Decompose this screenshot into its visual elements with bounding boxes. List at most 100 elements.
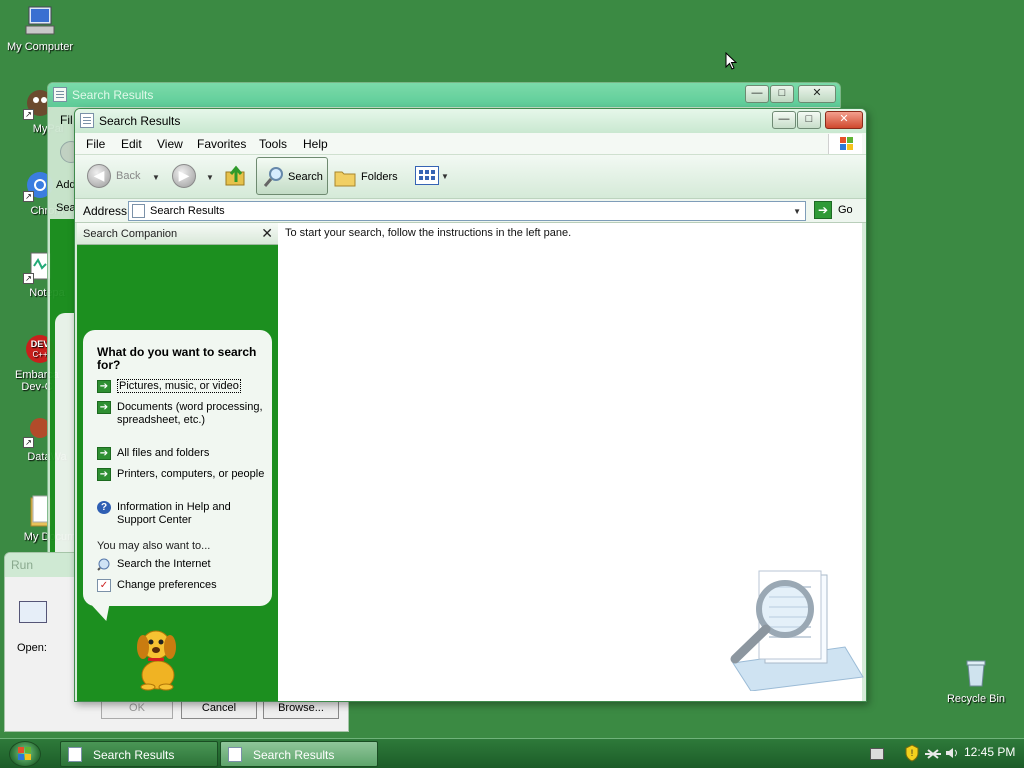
search-internet-icon [97,558,111,571]
window-icon [68,747,82,762]
menu-edit[interactable]: Edit [121,137,142,151]
maximize-button[interactable]: □ [770,85,794,103]
option-printers-computers-people[interactable]: ➔ Printers, computers, or people [97,468,267,481]
address-input[interactable]: Search Results ▼ [128,201,806,221]
option-all-files-folders[interactable]: ➔ All files and folders [97,447,267,460]
go-arrow-icon: ➔ [814,201,832,219]
option-label: Information in Help and Support Center [117,501,231,526]
back-dropdown-icon[interactable]: ▼ [152,173,160,182]
folders-label: Folders [361,171,398,183]
views-button[interactable]: ▼ [413,165,449,189]
keyboard-icon[interactable] [870,748,884,760]
minimize-button[interactable]: — [745,85,769,103]
network-icon[interactable] [924,747,942,764]
forward-dropdown-icon[interactable]: ▼ [206,173,214,182]
window-icon [53,87,67,102]
close-button[interactable]: ✕ [798,85,836,103]
go-button[interactable]: ➔ Go [812,201,862,221]
menu-bar: File Edit View Favorites Tools Help [75,133,866,155]
search-options-bubble: What do you want to search for? ➔ Pictur… [83,330,272,606]
search-results-page-icon [132,204,145,218]
title-bar[interactable]: Search Results — □ ✕ [48,83,840,107]
up-folder-icon[interactable] [224,164,248,188]
search-question: What do you want to search for? [97,345,257,372]
green-arrow-icon: ➔ [97,401,111,414]
back-button[interactable]: ◀ Back [85,160,149,196]
folders-button[interactable]: Folders [331,160,401,196]
computer-icon [23,4,57,38]
window-title: Search Results [99,114,181,128]
search-companion-header: Search Companion ✕ [77,223,278,245]
green-arrow-icon: ➔ [97,447,111,460]
volume-icon[interactable] [945,746,959,763]
forward-arrow-icon[interactable]: ▶ [172,164,196,188]
title-bar[interactable]: Search Results — □ ✕ [75,109,866,133]
clock[interactable]: 12:45 PM [964,745,1015,759]
window-title: Search Results [72,88,154,102]
address-label: Address [83,204,128,218]
security-shield-icon[interactable]: ! [905,744,919,765]
menu-file[interactable]: File [86,137,105,151]
option-change-preferences[interactable]: ✓ Change preferences [97,579,267,592]
menu-view[interactable]: View [157,137,183,151]
search-companion-title: Search Companion [83,228,178,240]
start-button[interactable] [9,741,41,767]
svg-text:!: ! [911,748,914,758]
shortcut-arrow-icon: ↗ [23,191,34,202]
windows-logo-icon [828,134,862,154]
search-button[interactable]: Search [256,157,328,195]
taskbar-item-search-results-1[interactable]: Search Results [60,741,218,767]
window-title: Run [11,558,34,572]
results-pane: To start your search, follow the instruc… [278,223,864,701]
back-label: Back [116,170,141,182]
mouse-cursor-icon [725,51,738,73]
option-label: Change preferences [117,579,217,591]
option-label: All files and folders [117,447,210,459]
option-label: Documents (word processing, spreadsheet,… [117,401,263,426]
open-label: Open: [17,642,47,654]
shortcut-arrow-icon: ↗ [23,437,34,448]
menu-favorites[interactable]: Favorites [197,137,246,151]
menu-tools[interactable]: Tools [259,137,287,151]
back-arrow-icon: ◀ [87,164,111,188]
desktop-icon-recycle-bin[interactable]: Recycle Bin [936,656,1016,705]
desktop-icon-label: My Computer [6,41,74,53]
option-pictures-music-video[interactable]: ➔ Pictures, music, or video [97,379,267,393]
option-help-support-center[interactable]: ? Information in Help and Support Center [97,501,267,527]
help-icon: ? [97,501,111,514]
search-instructions: To start your search, follow the instruc… [285,227,572,239]
window-icon [80,113,94,128]
taskbar: Search Results Search Results ! 12:45 PM [0,738,1024,768]
maximize-button[interactable]: □ [797,111,821,129]
address-fragment: Add [56,179,76,191]
taskbar-item-search-results-2[interactable]: Search Results [220,741,378,767]
close-icon[interactable]: ✕ [261,225,273,242]
search-dog-icon[interactable] [130,625,182,691]
desktop-icon-label: Recycle Bin [946,693,1006,705]
shortcut-arrow-icon: ↗ [23,109,34,120]
option-label: Printers, computers, or people [117,468,265,480]
option-search-internet[interactable]: Search the Internet [97,558,267,571]
menu-fragment[interactable]: Fil [60,113,73,127]
green-arrow-icon: ➔ [97,380,111,393]
close-button[interactable]: ✕ [825,111,863,129]
minimize-button[interactable]: — [772,111,796,129]
option-label: Pictures, music, or video [117,379,241,393]
option-documents[interactable]: ➔ Documents (word processing, spreadshee… [97,401,267,427]
views-grid-icon [415,166,439,185]
green-arrow-icon: ➔ [97,468,111,481]
search-label: Search [288,171,323,183]
views-dropdown-icon: ▼ [441,172,449,181]
desktop-icon-my-computer[interactable]: My Computer [0,4,80,53]
search-companion-pane: Search Companion ✕ What do you want to s… [77,223,278,701]
address-dropdown-icon[interactable]: ▼ [793,207,801,216]
preferences-checklist-icon: ✓ [97,579,111,592]
taskbar-item-label: Search Results [93,748,175,762]
menu-help[interactable]: Help [303,137,328,151]
taskbar-item-label: Search Results [253,748,335,762]
search-results-window[interactable]: Search Results — □ ✕ File Edit View Favo… [74,108,867,702]
address-value: Search Results [150,205,225,217]
search-icon [262,165,286,189]
address-bar: Address Search Results ▼ ➔ Go [75,199,866,223]
magnifier-document-icon [725,567,866,692]
